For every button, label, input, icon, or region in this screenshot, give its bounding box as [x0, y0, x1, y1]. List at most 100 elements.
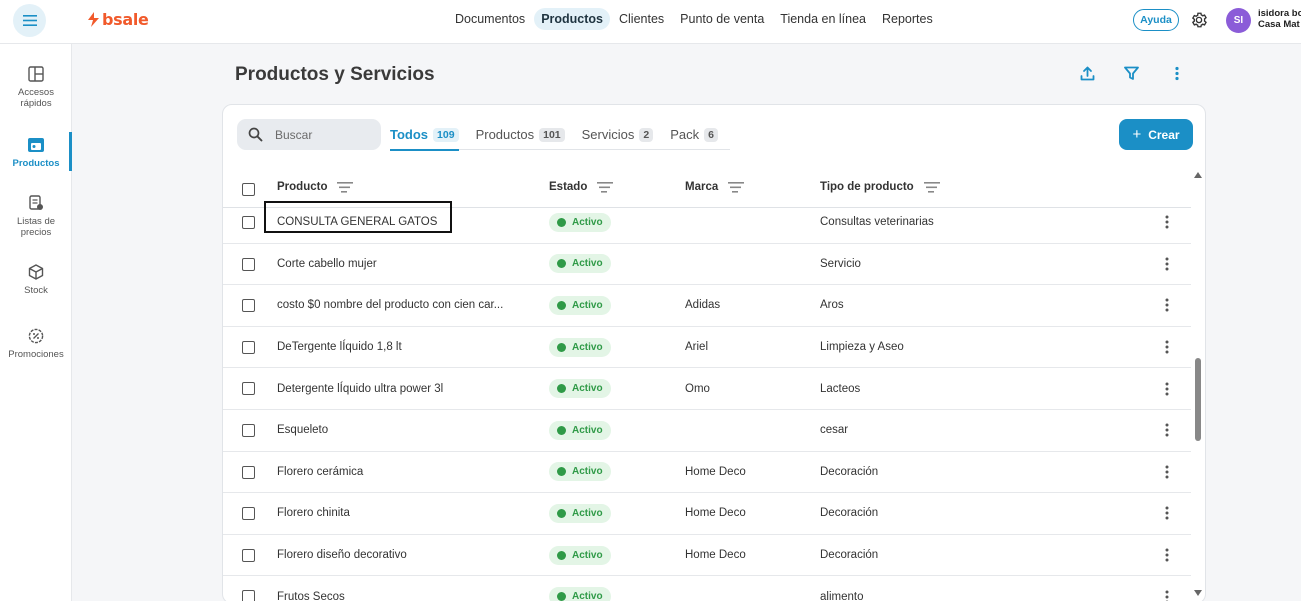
status-badge: Activo: [549, 337, 611, 357]
row-actions-button[interactable]: [1164, 452, 1170, 493]
tab-count-badge: 2: [639, 127, 654, 142]
tab-servicios[interactable]: Servicios 2: [582, 127, 654, 151]
row-actions-button[interactable]: [1164, 285, 1170, 326]
avatar[interactable]: SI: [1226, 8, 1251, 33]
sidebar-item-accesos-rapidos[interactable]: Accesos rápidos: [0, 66, 72, 109]
user-info[interactable]: isidora bo Casa Mat: [1258, 8, 1301, 30]
search-box[interactable]: [237, 119, 381, 150]
row-actions-button[interactable]: [1164, 327, 1170, 368]
row-actions-button[interactable]: [1164, 535, 1170, 576]
column-header-tipo-producto[interactable]: Tipo de producto: [820, 181, 940, 193]
filter-button[interactable]: [1124, 66, 1139, 86]
table-row[interactable]: costo $0 nombre del producto con cien ca…: [223, 285, 1191, 327]
row-checkbox[interactable]: [242, 216, 255, 229]
product-type-cell: alimento: [820, 590, 864, 601]
nav-item-reportes[interactable]: Reportes: [875, 8, 940, 30]
export-button[interactable]: [1080, 66, 1095, 86]
sidebar-active-indicator: [69, 132, 72, 171]
status-cell: Activo: [549, 327, 611, 368]
column-header-estado[interactable]: Estado: [549, 181, 614, 193]
product-name[interactable]: Detergente lÍquido ultra power 3l: [277, 368, 443, 409]
more-vertical-icon: [1165, 506, 1169, 520]
bsale-logo[interactable]: bsale: [88, 10, 149, 29]
sidebar-item-promociones[interactable]: Promociones: [0, 328, 72, 360]
row-actions-button[interactable]: [1164, 368, 1170, 409]
row-actions-button[interactable]: [1164, 209, 1170, 243]
status-badge: Activo: [549, 212, 611, 232]
column-header-producto[interactable]: Producto: [277, 181, 354, 193]
more-vertical-icon: [1165, 590, 1169, 601]
row-checkbox[interactable]: [242, 299, 255, 313]
row-actions-button[interactable]: [1164, 244, 1170, 285]
row-checkbox[interactable]: [242, 548, 255, 562]
product-name[interactable]: Esqueleto: [277, 410, 328, 451]
row-checkbox[interactable]: [242, 257, 255, 271]
scroll-down-icon[interactable]: [1194, 590, 1202, 596]
product-type-cell: Servicio: [820, 257, 861, 270]
logo-text: bsale: [102, 10, 149, 29]
status-cell: Activo: [549, 209, 611, 243]
create-button[interactable]: + Crear: [1119, 119, 1193, 150]
product-name[interactable]: Florero cerámica: [277, 452, 363, 493]
status-cell: Activo: [549, 493, 611, 534]
table-row[interactable]: DeTergente lÍquido 1,8 lt Activo Ariel Limp…: [223, 327, 1191, 369]
product-type-cell: Decoración: [820, 507, 879, 520]
row-checkbox[interactable]: [242, 590, 255, 601]
more-options-button[interactable]: [1174, 66, 1180, 86]
nav-item-productos[interactable]: Productos: [534, 8, 610, 30]
nav-item-documentos[interactable]: Documentos: [448, 8, 532, 30]
row-actions-button[interactable]: [1164, 576, 1170, 601]
row-actions-button[interactable]: [1164, 410, 1170, 451]
row-checkbox[interactable]: [242, 424, 255, 437]
help-button[interactable]: Ayuda: [1133, 9, 1179, 31]
row-checkbox[interactable]: [242, 465, 255, 479]
product-name[interactable]: Frutos Secos: [277, 576, 345, 601]
table-row[interactable]: Corte cabello mujer Activo Servicio: [223, 244, 1191, 286]
table-row[interactable]: Florero diseño decorativo Activo Home Deco…: [223, 535, 1191, 577]
scroll-thumb[interactable]: [1195, 358, 1201, 441]
scroll-up-icon[interactable]: [1194, 172, 1202, 178]
product-type-cell: Decoración: [820, 549, 879, 562]
product-type-cell: Aros: [820, 299, 844, 312]
table-row[interactable]: Detergente lÍquido ultra power 3l Activo O…: [223, 368, 1191, 410]
table-row[interactable]: Florero chinita Activo Home Deco Decoración: [223, 493, 1191, 535]
status-dot: [557, 300, 566, 310]
menu-button[interactable]: [13, 4, 46, 37]
select-all-checkbox[interactable]: [242, 183, 255, 196]
product-name[interactable]: Corte cabello mujer: [277, 244, 377, 285]
status-label: Activo: [572, 549, 603, 561]
tab-pack[interactable]: Pack 6: [670, 127, 718, 151]
nav-item-clientes[interactable]: Clientes: [612, 8, 671, 30]
row-checkbox[interactable]: [242, 340, 255, 354]
status-cell: Activo: [549, 410, 611, 451]
brand-cell: Adidas: [685, 299, 721, 312]
product-name[interactable]: Florero diseño decorativo: [277, 535, 407, 576]
sort-icon: [728, 181, 745, 193]
column-header-marca[interactable]: Marca: [685, 181, 745, 193]
more-vertical-icon: [1165, 465, 1169, 479]
status-label: Activo: [572, 258, 603, 270]
plus-icon: +: [1132, 126, 1142, 143]
product-name[interactable]: Florero chinita: [277, 493, 350, 534]
status-label: Activo: [572, 591, 603, 601]
tab-todos[interactable]: Todos 109: [390, 127, 459, 151]
row-checkbox[interactable]: [242, 507, 255, 521]
status-cell: Activo: [549, 535, 611, 576]
table-row[interactable]: Frutos Secos Activo alimento: [223, 576, 1191, 601]
sidebar-item-stock[interactable]: Stock: [0, 264, 72, 296]
row-actions-button[interactable]: [1164, 493, 1170, 534]
product-name[interactable]: costo $0 nombre del producto con cien ca…: [277, 285, 503, 326]
table-row[interactable]: Florero cerámica Activo Home Deco Decoració…: [223, 452, 1191, 494]
search-input[interactable]: [275, 119, 375, 150]
nav-item-tienda-en-línea[interactable]: Tienda en línea: [773, 8, 873, 30]
table-scrollbar[interactable]: [1193, 172, 1203, 601]
sidebar-item-listas-precios[interactable]: Listas de precios: [0, 195, 72, 238]
table-row[interactable]: Esqueleto Activo cesar: [223, 410, 1191, 452]
status-dot: [557, 592, 566, 601]
settings-button[interactable]: [1190, 11, 1208, 34]
row-checkbox[interactable]: [242, 382, 255, 396]
sidebar-item-productos[interactable]: Productos: [0, 137, 72, 169]
product-name[interactable]: DeTergente lÍquido 1,8 lt: [277, 327, 402, 368]
nav-item-punto-de-venta[interactable]: Punto de venta: [673, 8, 771, 30]
tab-productos[interactable]: Productos 101: [476, 127, 565, 151]
